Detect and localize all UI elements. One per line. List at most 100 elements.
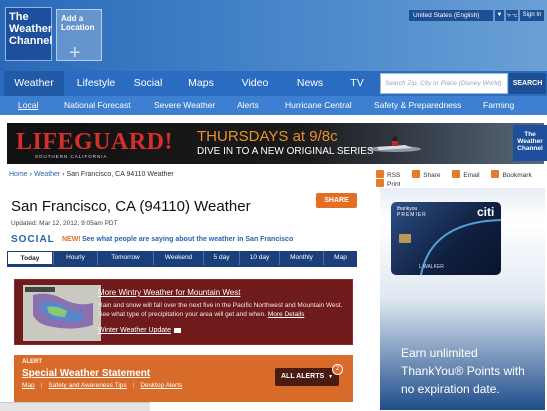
wintry-headline-link[interactable]: More Wintry Weather for Mountain West: [98, 288, 240, 297]
subnav-national-forecast[interactable]: National Forecast: [64, 96, 131, 115]
banner-logo-line-3: Channel: [517, 145, 543, 152]
add-location-label: Add a Location: [61, 14, 95, 32]
alert-box: ALERT Special Weather Statement Map | Safe…: [14, 355, 353, 402]
new-badge: NEW!: [62, 236, 81, 243]
credit-card-image: thankyou PREMIER citi L WALKER: [391, 202, 501, 275]
tab-5-day[interactable]: 5 day: [203, 251, 239, 265]
breadcrumb-weather[interactable]: Weather: [34, 171, 60, 178]
tab-hourly[interactable]: Hourly: [53, 251, 97, 265]
tab-10-day[interactable]: 10 day: [239, 251, 279, 265]
subnav-severe-weather[interactable]: Severe Weather: [154, 96, 215, 115]
link-divider: |: [132, 382, 135, 389]
logo-line-2: Weather: [9, 23, 53, 35]
rss-label: RSS: [387, 172, 401, 179]
horizontal-scrollbar[interactable]: [0, 402, 150, 411]
tab-weekend[interactable]: Weekend: [153, 251, 203, 265]
subnav-alerts[interactable]: Alerts: [237, 96, 259, 115]
alert-links: Map | Safety and Awareness Tips | Desktop Al…: [22, 382, 182, 389]
banner-headline: THURSDAYS at 9/8c: [197, 128, 338, 145]
more-details-link[interactable]: More Details: [268, 311, 304, 318]
safety-tips-link[interactable]: Safety and Awareness Tips: [48, 382, 126, 389]
alert-map-link[interactable]: Map: [22, 382, 35, 389]
social-logo[interactable]: SOCIAL: [11, 234, 55, 245]
locale-select[interactable]: United States (English): [409, 10, 493, 21]
breadcrumb-separator: ›: [29, 171, 32, 178]
tab-underline: [7, 265, 357, 267]
units-toggle[interactable]: °F °C: [506, 10, 518, 21]
main-nav: Weather Lifestyle Social Maps Video News…: [0, 71, 547, 96]
alert-count-badge: 2: [332, 364, 343, 375]
banner-ad[interactable]: LIFEGUARD! SOUTHERN CALIFORNIA THURSDAYS…: [7, 123, 547, 164]
weather-map-thumbnail[interactable]: [23, 285, 101, 341]
search-button[interactable]: SEARCH: [509, 73, 546, 94]
nav-tv[interactable]: TV: [338, 71, 376, 96]
banner-channel-logo: The Weather Channel: [513, 125, 547, 161]
card-holder-name: L WALKER: [419, 264, 444, 270]
page-tools: RSS Share Email Bookmark Print: [376, 170, 547, 188]
weather-channel-logo[interactable]: The Weather Channel: [5, 7, 52, 61]
ad-headline-1: Earn unlimited: [401, 346, 478, 360]
sign-in-link[interactable]: Sign In: [520, 10, 544, 21]
share-label: Share: [423, 172, 441, 179]
email-tool[interactable]: Email: [452, 170, 480, 179]
subnav-safety-preparedness[interactable]: Safety & Preparedness: [374, 96, 461, 115]
updated-timestamp: Updated: Mar 12, 2012, 9:05am PDT: [11, 220, 118, 227]
breadcrumb-home[interactable]: Home: [9, 171, 28, 178]
banner-brand-sub: SOUTHERN CALIFORNIA: [35, 154, 108, 159]
video-camera-icon: [174, 328, 181, 333]
winter-weather-video-link[interactable]: Winter Weather Update: [98, 327, 171, 334]
banner-logo-line-2: Weather: [517, 138, 543, 145]
tab-tomorrow[interactable]: Tomorrow: [97, 251, 153, 265]
bookmark-label: Bookmark: [502, 172, 532, 179]
link-divider: |: [40, 382, 43, 389]
nav-lifestyle[interactable]: Lifestyle: [68, 71, 124, 96]
tab-map[interactable]: Map: [323, 251, 357, 265]
bookmark-tool[interactable]: Bookmark: [491, 170, 532, 179]
nav-video[interactable]: Video: [230, 71, 280, 96]
alert-title-link[interactable]: Special Weather Statement: [22, 368, 150, 379]
chevron-down-icon[interactable]: ▼: [495, 10, 504, 21]
subnav-local[interactable]: Local: [18, 96, 38, 115]
search-input[interactable]: Search Zip, City or Place (Disney World): [380, 73, 508, 94]
logo-line-3: Channel: [9, 35, 53, 47]
print-tool[interactable]: Print: [376, 179, 400, 188]
tab-today[interactable]: Today: [7, 251, 53, 265]
print-icon: [376, 179, 384, 187]
jetski-image: [369, 136, 421, 152]
nav-weather[interactable]: Weather: [4, 71, 64, 96]
share-tool[interactable]: Share: [412, 170, 441, 179]
nav-social[interactable]: Social: [122, 71, 174, 96]
site-header: The Weather Channel Add a Location + Uni…: [0, 0, 547, 71]
logo-line-1: The: [9, 11, 29, 23]
alert-tag: ALERT: [22, 359, 42, 365]
card-arc: [420, 219, 501, 275]
rss-tool[interactable]: RSS: [376, 170, 401, 179]
rss-icon: [376, 170, 384, 178]
add-location-button[interactable]: Add a Location +: [56, 9, 102, 64]
chevron-down-icon: ▼: [328, 374, 334, 380]
breadcrumb-separator: ›: [62, 171, 65, 178]
subnav-hurricane-central[interactable]: Hurricane Central: [285, 96, 352, 115]
ad-headline-3: no expiration date.: [401, 382, 500, 396]
share-icon: [412, 170, 421, 178]
wintry-weather-promo: More Wintry Weather for Mountain West Ra…: [14, 279, 353, 345]
email-icon: [452, 170, 461, 178]
nav-news[interactable]: News: [284, 71, 336, 96]
banner-brand: LIFEGUARD!: [16, 129, 174, 155]
plus-icon: +: [69, 42, 81, 64]
nav-maps[interactable]: Maps: [176, 71, 226, 96]
all-alerts-button[interactable]: ALL ALERTS ▼: [275, 368, 339, 386]
wintry-body: Rain and snow will fall over the next fi…: [98, 301, 348, 319]
all-alerts-label: ALL ALERTS: [281, 373, 325, 380]
tab-monthly[interactable]: Monthly: [279, 251, 323, 265]
email-label: Email: [463, 172, 480, 179]
desktop-alerts-link[interactable]: Desktop Alerts: [140, 382, 182, 389]
bookmark-icon: [491, 170, 500, 178]
social-link[interactable]: See what people are saying about the wea…: [82, 236, 293, 243]
breadcrumb: Home › Weather › San Francisco, CA 94110…: [9, 171, 174, 178]
breadcrumb-current: San Francisco, CA 94110 Weather: [66, 171, 174, 178]
subnav-farming[interactable]: Farming: [483, 96, 514, 115]
banner-logo-line-1: The: [524, 131, 536, 138]
share-button[interactable]: SHARE: [316, 193, 357, 208]
page-title: San Francisco, CA (94110) Weather: [11, 198, 251, 215]
